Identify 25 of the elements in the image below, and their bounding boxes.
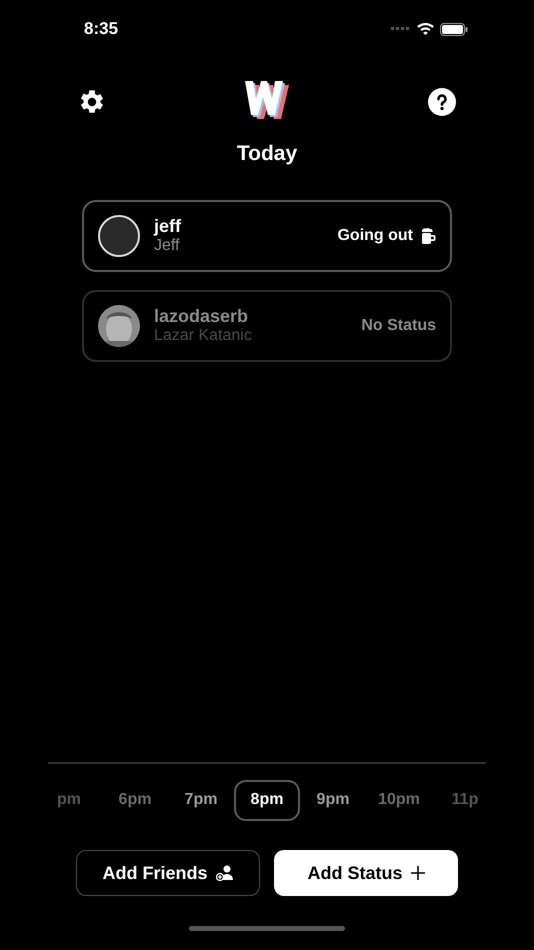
username: jeff (154, 216, 182, 236)
friend-card[interactable]: jeff Jeff Going out (82, 200, 452, 272)
time-option[interactable]: 9pm (300, 780, 366, 820)
signal-icon (391, 27, 411, 31)
battery-icon (440, 22, 468, 36)
time-option[interactable]: 8pm (234, 780, 300, 820)
help-icon[interactable] (428, 88, 456, 116)
beer-mug-icon (421, 228, 436, 244)
add-friends-button[interactable]: Add Friends (76, 850, 260, 896)
friend-card[interactable]: lazodaserb Lazar Katanic No Status (82, 290, 452, 362)
wifi-icon (417, 22, 434, 36)
page-title: Today (236, 141, 298, 167)
add-person-icon (216, 865, 234, 881)
status-label: Going out (337, 226, 413, 246)
time-option[interactable]: 6pm (102, 780, 168, 820)
full-name: Jeff (154, 236, 180, 256)
full-name: Lazar Katanic (154, 326, 253, 346)
time-option[interactable]: 7pm (168, 780, 234, 820)
avatar (98, 214, 140, 256)
username: lazodaserb (154, 306, 250, 326)
status-label: No Status (361, 316, 436, 336)
status-time: 8:35 (84, 18, 118, 40)
plus-icon (410, 866, 424, 880)
time-option[interactable]: 10pm (366, 780, 432, 820)
add-status-button[interactable]: Add Status (274, 850, 458, 896)
